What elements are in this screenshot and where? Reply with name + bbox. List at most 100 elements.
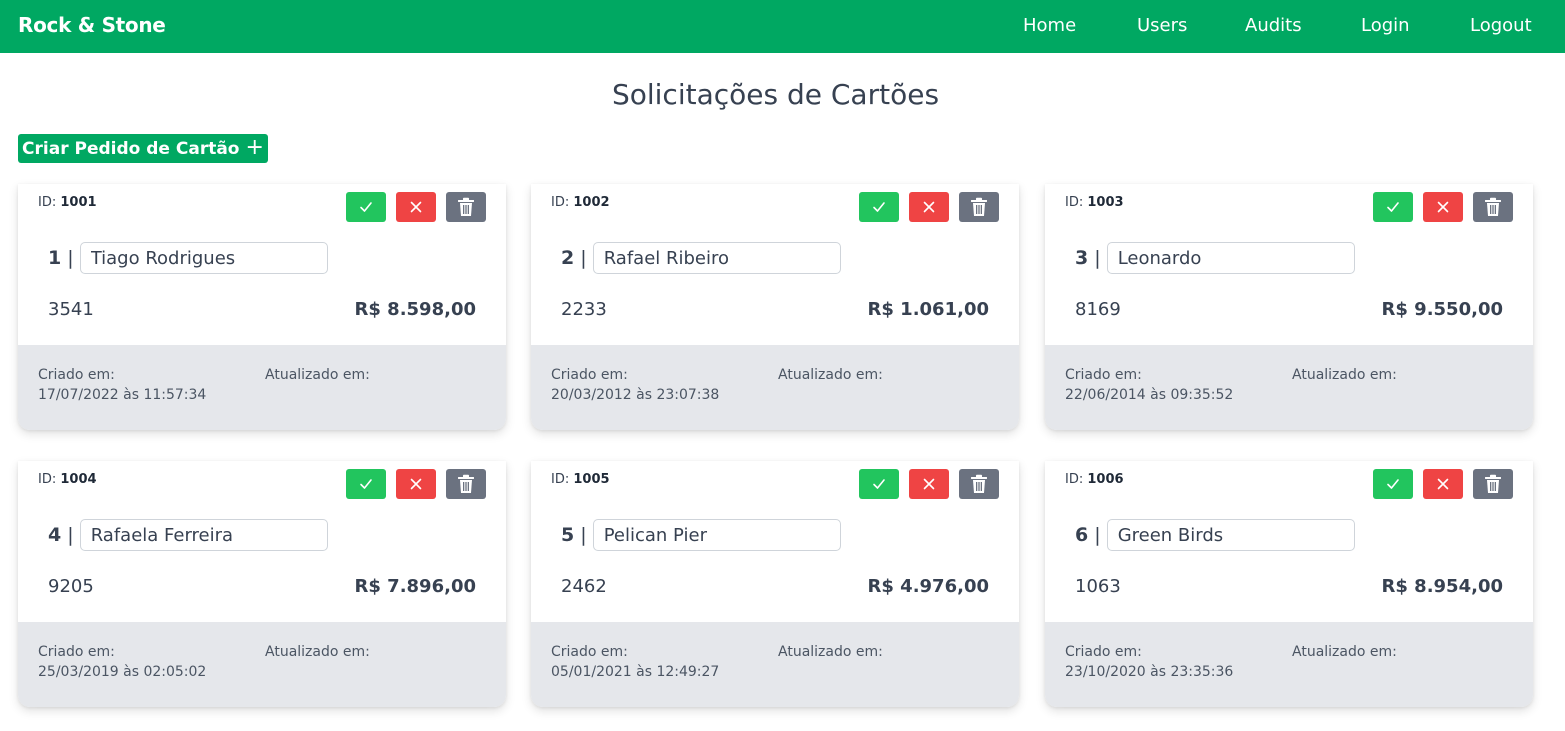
create-card-request-button[interactable]: Criar Pedido de Cartão + [18, 134, 268, 163]
x-icon [923, 201, 935, 213]
delete-button[interactable] [446, 469, 486, 499]
card-name-row: 3 | [1075, 242, 1355, 274]
card-name-row: 4 | [48, 519, 328, 551]
nav-link-users[interactable]: Users [1137, 15, 1187, 36]
card-footer: Criado em: 22/06/2014 às 09:35:52 Atuali… [1045, 345, 1533, 430]
updated-label: Atualizado em: [778, 367, 883, 383]
check-icon [873, 202, 885, 212]
created-value: 05/01/2021 às 12:49:27 [551, 664, 720, 680]
card-price: R$ 8.598,00 [354, 299, 476, 320]
page-title: Solicitações de Cartões [611, 78, 940, 111]
approve-button[interactable] [346, 469, 386, 499]
approve-button[interactable] [1373, 469, 1413, 499]
check-icon [1387, 202, 1399, 212]
card-name-input[interactable] [1106, 519, 1355, 551]
updated-label: Atualizado em: [1292, 367, 1397, 383]
created-value: 22/06/2014 às 09:35:52 [1065, 387, 1234, 403]
updated-label: Atualizado em: [265, 367, 370, 383]
created-value: 25/03/2019 às 02:05:02 [38, 664, 207, 680]
card-code: 8169 [1075, 299, 1121, 320]
created-label: Criado em: [38, 644, 115, 660]
created-label: Criado em: [1065, 367, 1142, 383]
reject-button[interactable] [396, 192, 436, 222]
card-code: 1063 [1075, 576, 1121, 597]
card-footer: Criado em: 20/03/2012 às 23:07:38 Atuali… [531, 345, 1019, 430]
reject-button[interactable] [1423, 469, 1463, 499]
card-id-value: 1004 [60, 472, 97, 487]
card-actions [859, 469, 999, 499]
nav-link-home[interactable]: Home [1023, 15, 1076, 36]
reject-button[interactable] [909, 469, 949, 499]
card-price: R$ 8.954,00 [1381, 576, 1503, 597]
card-name-input[interactable] [1106, 242, 1355, 274]
card-name-input[interactable] [592, 242, 841, 274]
card-actions [1373, 469, 1513, 499]
approve-button[interactable] [346, 192, 386, 222]
card-name-row: 1 | [48, 242, 328, 274]
delete-button[interactable] [959, 192, 999, 222]
check-icon [1387, 479, 1399, 489]
card-id: ID: 1004 [38, 472, 97, 487]
reject-button[interactable] [396, 469, 436, 499]
reject-button[interactable] [909, 192, 949, 222]
card-name-row: 6 | [1075, 519, 1355, 551]
card-name-row: 2 | [561, 242, 841, 274]
navbar: Rock & Stone Home Users Audits Login Log… [0, 0, 1565, 53]
card-number: 6 | [1075, 524, 1101, 546]
nav-link-logout[interactable]: Logout [1470, 15, 1532, 36]
trash-icon [458, 197, 474, 216]
trash-icon [458, 474, 474, 493]
card-footer: Criado em: 23/10/2020 às 23:35:36 Atuali… [1045, 622, 1533, 707]
check-icon [360, 202, 372, 212]
card-footer: Criado em: 17/07/2022 às 11:57:34 Atuali… [18, 345, 506, 430]
brand-logo[interactable]: Rock & Stone [18, 13, 166, 37]
updated-label: Atualizado em: [265, 644, 370, 660]
card-request: ID: 1003 3 | Leonardo 8169 R$ 9.550,00 C… [1045, 184, 1533, 430]
approve-button[interactable] [859, 469, 899, 499]
created-value: 20/03/2012 às 23:07:38 [551, 387, 720, 403]
delete-button[interactable] [446, 192, 486, 222]
card-id: ID: 1003 [1065, 195, 1124, 210]
card-number: 2 | [561, 247, 587, 269]
nav-link-audits[interactable]: Audits [1245, 15, 1302, 36]
card-id-value: 1003 [1087, 195, 1124, 210]
delete-button[interactable] [1473, 192, 1513, 222]
card-number: 3 | [1075, 247, 1101, 269]
nav-link-login[interactable]: Login [1361, 15, 1410, 36]
x-icon [1437, 201, 1449, 213]
check-icon [360, 479, 372, 489]
approve-button[interactable] [1373, 192, 1413, 222]
created-label: Criado em: [551, 644, 628, 660]
card-name-input[interactable] [592, 519, 841, 551]
card-id-value: 1005 [573, 472, 610, 487]
card-code: 3541 [48, 299, 94, 320]
x-icon [1437, 478, 1449, 490]
card-price: R$ 1.061,00 [867, 299, 989, 320]
approve-button[interactable] [859, 192, 899, 222]
card-id-label: ID: [1065, 472, 1084, 487]
card-name-input[interactable] [79, 242, 328, 274]
card-id-value: 1006 [1087, 472, 1124, 487]
card-request: ID: 1001 1 | Tiago Rodrigues 3541 R$ 8.5… [18, 184, 506, 430]
card-id-label: ID: [1065, 195, 1084, 210]
reject-button[interactable] [1423, 192, 1463, 222]
card-id-value: 1001 [60, 195, 97, 210]
created-label: Criado em: [551, 367, 628, 383]
delete-button[interactable] [1473, 469, 1513, 499]
card-name-input[interactable] [79, 519, 328, 551]
created-label: Criado em: [1065, 644, 1142, 660]
x-icon [410, 201, 422, 213]
delete-button[interactable] [959, 469, 999, 499]
card-footer: Criado em: 05/01/2021 às 12:49:27 Atuali… [531, 622, 1019, 707]
card-id-label: ID: [551, 472, 570, 487]
create-button-label: Criar Pedido de Cartão [22, 138, 240, 159]
updated-label: Atualizado em: [778, 644, 883, 660]
card-id-label: ID: [38, 472, 57, 487]
card-id-value: 1002 [573, 195, 610, 210]
card-code: 9205 [48, 576, 94, 597]
card-request: ID: 1002 2 | Rafael Ribeiro 2233 R$ 1.06… [531, 184, 1019, 430]
card-id: ID: 1002 [551, 195, 610, 210]
card-actions [859, 192, 999, 222]
trash-icon [1485, 474, 1501, 493]
check-icon [873, 479, 885, 489]
